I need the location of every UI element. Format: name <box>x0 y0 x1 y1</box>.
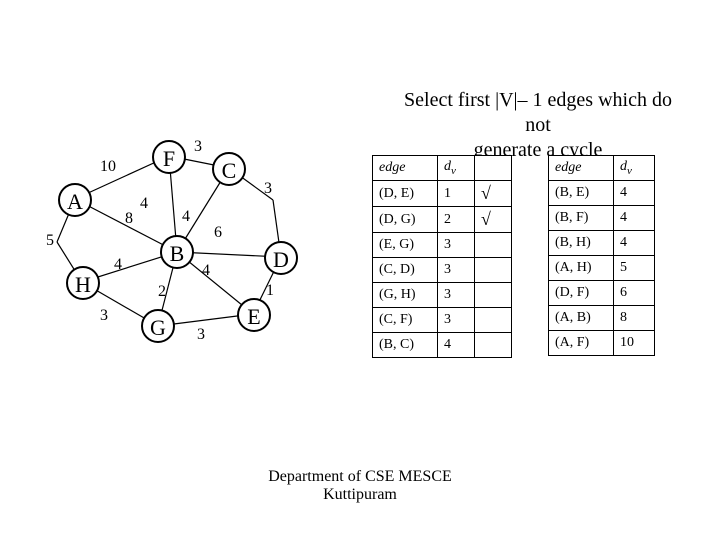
w-fc: 3 <box>194 138 202 156</box>
hdr-dv2: dv <box>614 156 655 181</box>
w-ge: 3 <box>197 326 205 344</box>
w-be: 4 <box>202 262 210 280</box>
table-row: (C, F)3 <box>373 308 512 333</box>
table-row: (A, H)5 <box>549 256 655 281</box>
table-row: (E, G)3 <box>373 233 512 258</box>
node-e: E <box>237 298 271 332</box>
table-row: (D, E)1√ <box>373 181 512 207</box>
hdr-dv: dv <box>438 156 475 181</box>
edge-table-2: edge dv (B, E)4 (B, F)4 (B, H)4 (A, H)5 … <box>548 155 655 356</box>
hdr-edge2: edge <box>549 156 614 181</box>
footer-l2: Kuttipuram <box>323 486 397 503</box>
table-row: (G, H)3 <box>373 283 512 308</box>
w-hg: 3 <box>100 307 108 325</box>
hdr-edge: edge <box>373 156 438 181</box>
w-ah: 5 <box>46 232 54 250</box>
w-bg: 2 <box>158 283 166 301</box>
table-row: (B, E)4 <box>549 181 655 206</box>
footer-l1: Department of CSE MESCE <box>268 468 452 485</box>
table-row: (A, B)8 <box>549 306 655 331</box>
w-bh: 4 <box>114 256 122 274</box>
table-row: (D, F)6 <box>549 281 655 306</box>
edge-table-1: edge dv (D, E)1√ (D, G)2√ (E, G)3 (C, D)… <box>372 155 512 358</box>
w-bd: 6 <box>214 224 222 242</box>
table-row: (B, C)4 <box>373 333 512 358</box>
graph-edges <box>0 0 360 380</box>
footer-credit: Department of CSE MESCE Kuttipuram <box>0 468 720 505</box>
instruction-title: Select first |V|– 1 edges which do not g… <box>398 88 678 163</box>
w-af: 10 <box>100 158 116 176</box>
w-bc: 4 <box>182 208 190 226</box>
table-row: (A, F)10 <box>549 331 655 356</box>
w-bf: 8 <box>125 210 133 228</box>
node-c: C <box>212 152 246 186</box>
node-g: G <box>141 309 175 343</box>
table-header-row: edge dv <box>549 156 655 181</box>
node-f: F <box>152 140 186 174</box>
table-row: (D, G)2√ <box>373 207 512 233</box>
w-de: 1 <box>266 282 274 300</box>
table-header-row: edge dv <box>373 156 512 181</box>
w-ab: 4 <box>140 195 148 213</box>
hdr-check <box>475 156 512 181</box>
table-row: (C, D)3 <box>373 258 512 283</box>
w-cd: 3 <box>264 180 272 198</box>
node-a: A <box>58 183 92 217</box>
node-b: B <box>160 235 194 269</box>
table-row: (B, H)4 <box>549 231 655 256</box>
title-l1: Select first |V|– 1 edges which do not <box>404 89 672 136</box>
node-d: D <box>264 241 298 275</box>
node-h: H <box>66 266 100 300</box>
table-row: (B, F)4 <box>549 206 655 231</box>
